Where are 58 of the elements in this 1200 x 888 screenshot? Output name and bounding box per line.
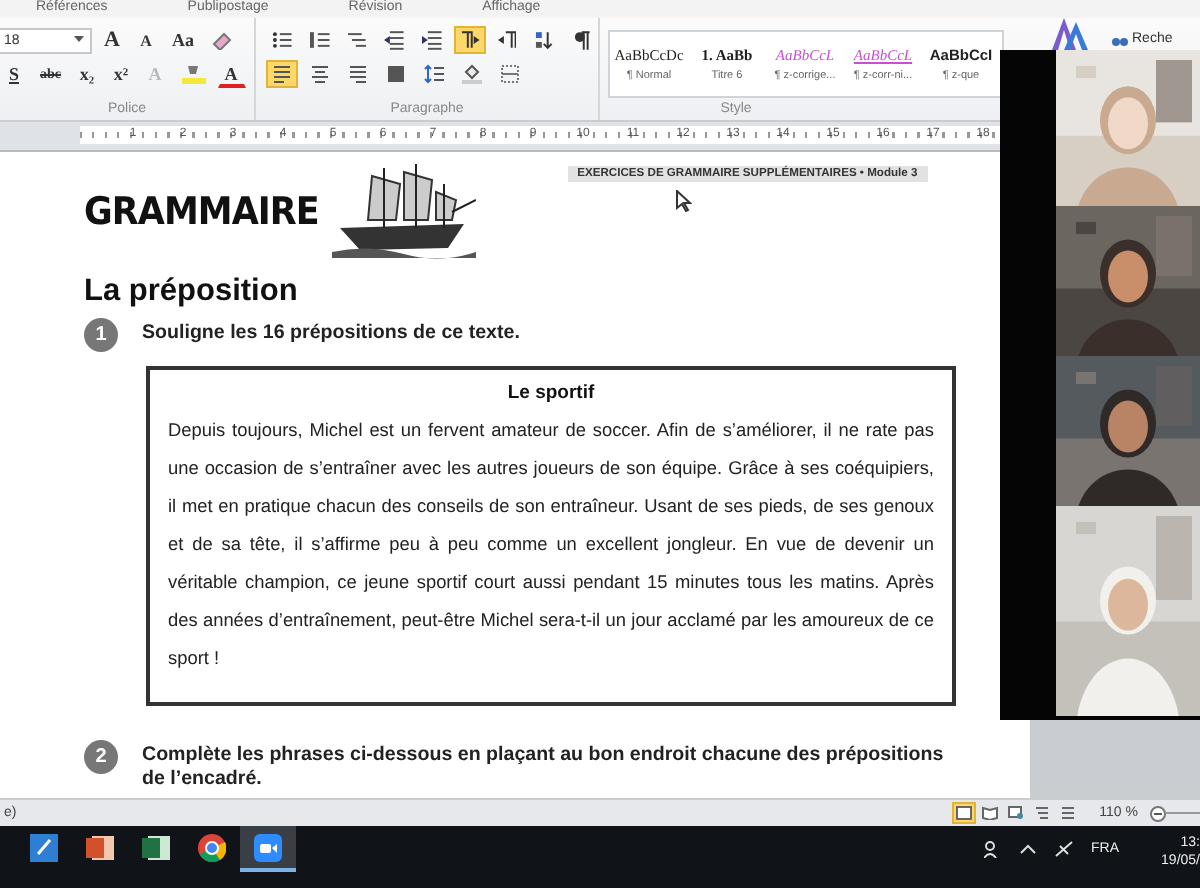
web-layout-icon (1007, 806, 1024, 821)
exercise-number: 1 (84, 317, 118, 352)
increase-indent-icon (422, 30, 442, 51)
subscript-button[interactable]: x₂ (73, 60, 101, 89)
borders-icon (500, 64, 520, 85)
outline-icon (1033, 806, 1050, 821)
view-button[interactable] (951, 802, 976, 825)
taskbar-app-button[interactable] (240, 826, 296, 873)
bullet-list-icon (272, 30, 292, 51)
chevron-up-icon (1019, 844, 1036, 855)
spreadsheet-app-icon (142, 833, 170, 862)
underline-button[interactable]: S (0, 60, 28, 89)
paint-bucket-icon (462, 64, 482, 85)
view-button[interactable] (977, 802, 1002, 825)
left-to-right-button[interactable] (453, 26, 486, 55)
align-left-icon (272, 64, 292, 85)
binoculars-icon (1112, 32, 1128, 47)
draft-icon (1059, 806, 1076, 821)
presentation-app-icon (86, 833, 114, 862)
line-spacing-icon (424, 64, 444, 85)
exercise-instruction: Souligne les 16 prépositions de ce texte. (142, 321, 522, 346)
align-left-button[interactable] (266, 60, 298, 89)
align-right-icon (348, 64, 368, 85)
decrease-indent-icon (384, 30, 405, 51)
book-icon (981, 806, 998, 821)
view-button[interactable] (1003, 802, 1028, 825)
superscript-button[interactable]: x² (107, 60, 135, 89)
print-layout-icon (955, 806, 972, 821)
lesson-title: La préposition (84, 273, 300, 310)
dropdown-arrow-icon (74, 36, 84, 45)
increase-indent-button[interactable] (416, 26, 448, 55)
page-heading: GRAMMAIRE (84, 189, 319, 234)
grow-font-button[interactable]: A (98, 26, 126, 55)
line-spacing-button[interactable] (418, 60, 450, 89)
multilevel-list-icon (347, 30, 367, 51)
text-title: Le sportif (507, 381, 595, 404)
zoom-out-icon (1150, 805, 1166, 822)
pilcrow-icon (572, 30, 593, 51)
sort-icon (534, 30, 555, 51)
browser-icon (198, 833, 226, 862)
exercise-instruction: Complète les phrases ci-dessous en plaçant au bon endroit chacune des prépositions de l’encadré. (142, 743, 946, 792)
shrink-font-button[interactable]: A (132, 26, 160, 55)
exercise-number: 2 (84, 739, 118, 774)
change-styles-icon (1052, 17, 1088, 50)
people-icon (983, 840, 1002, 859)
notepad-icon (30, 833, 58, 862)
eraser-icon (212, 30, 232, 51)
numbered-list-icon (309, 30, 330, 51)
font-color-button[interactable]: A (217, 60, 245, 89)
video-camera-icon (254, 833, 282, 862)
paragraph-direction-icon (459, 30, 480, 51)
shading-button[interactable] (456, 60, 488, 89)
align-center-icon (310, 64, 330, 85)
highlighter-icon (181, 64, 205, 85)
change-case-button[interactable]: Aa (166, 26, 200, 55)
text-paragraph: Depuis toujours, Michel est un fervent amateur de soccer. Afin de s’améliorer, il ne rate pas une occasion de s’entraîner avec les autres joueurs de son équipe. Grâce à ses coéquipiers, il met en pratique chacun des conseils de son entraîneur. Usant de ses pieds, de ses genoux et de sa tête, il s’affirme peu à peu comme un excellent jongleur. En vue de devenir un véritable champion, ce jeune sportif court aussi pendant 15 minutes tous les matins. Après des années d’entraînement, peut-être Michel sera-t-il un jour acclamé par les amoureux de ce sport ! (168, 417, 934, 672)
mouse-pointer-icon (676, 189, 692, 212)
paragraph-direction-icon (497, 30, 517, 51)
